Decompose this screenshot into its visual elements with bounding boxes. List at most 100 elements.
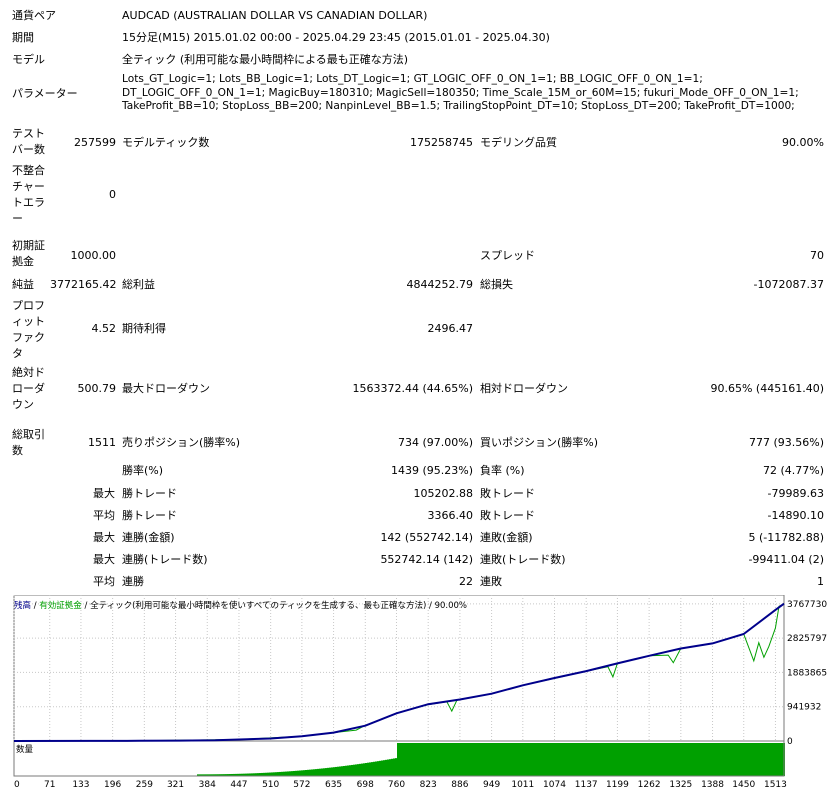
volume-bar [751,743,753,776]
x-tick-label: 1011 [511,780,534,790]
volume-bar [517,743,519,776]
volume-bar [635,743,637,776]
volume-bar [689,743,691,776]
volume-bar [317,768,319,776]
volume-label: 数量 [16,744,34,755]
volume-bar [355,764,357,776]
y-tick-label: 941932 [787,703,821,713]
volume-bar [765,743,767,776]
volume-bar [777,743,779,776]
legend-sep1: / [31,601,39,611]
x-tick-label: 133 [72,780,89,790]
volume-bar [465,743,467,776]
volume-bar [553,743,555,776]
volume-bar [473,743,475,776]
volume-bar [569,743,571,776]
deposit-label: 初期証拠金 [12,239,45,268]
volume-bar [731,743,733,776]
volume-bar [681,743,683,776]
volume-bar [707,743,709,776]
x-tick-label: 635 [325,780,342,790]
volume-bar [405,743,407,776]
volume-bar [497,743,499,776]
volume-bar [739,743,741,776]
volume-bar [709,743,711,776]
spread-value: 70 [810,249,824,262]
volume-bar [625,743,627,776]
volume-bar [773,743,775,776]
volume-bar [649,743,651,776]
volume-bar [487,743,489,776]
volume-bar [435,743,437,776]
loss-rate-value: 72 (4.77%) [762,464,824,477]
volume-bar [601,743,603,776]
volume-bar [349,765,351,776]
volume-bar [583,743,585,776]
volume-bar [289,771,291,776]
gross-profit-label: 総利益 [122,278,155,291]
avg-cons-win-label: 連勝 [122,575,144,588]
max-dd-label: 最大ドローダウン [122,382,210,395]
volume-bar [393,758,395,776]
legend-model: 全ティック(利用可能な最小時間枠を使いすべてのティックを生成する、最も正確な方法… [90,600,426,611]
volume-bar [729,743,731,776]
volume-bar [307,769,309,776]
volume-bar [779,743,781,776]
volume-bar [523,743,525,776]
volume-bar [717,743,719,776]
rel-dd-value: 90.65% (445161.40) [710,382,824,395]
volume-bar [537,743,539,776]
volume-bar [341,766,343,776]
volume-bar [727,743,729,776]
long-label: 買いポジション(勝率%) [480,436,599,449]
max-loss-label: 敗トレード [480,487,535,500]
volume-bar [713,743,715,776]
x-tick-label: 572 [293,780,310,790]
volume-bar [287,771,289,776]
volume-bar [319,768,321,776]
volume-bar [373,761,375,776]
volume-bar [323,768,325,776]
x-tick-label: 1262 [638,780,661,790]
volume-bar [381,760,383,776]
volume-bar [455,743,457,776]
max-consn-win-label: 連勝(トレード数) [122,553,208,566]
avg-win-label: 勝トレード [122,509,177,522]
volume-bar [535,743,537,776]
volume-bar [353,764,355,776]
volume-bar [371,762,373,776]
avg-cons-loss-label: 連敗 [480,575,502,588]
spread-label: スプレッド [480,249,535,262]
volume-bar [723,743,725,776]
volume-bar [603,743,605,776]
volume-bar [501,743,503,776]
volume-bar [445,743,447,776]
volume-bar [637,743,639,776]
max-consn-loss-label: 連敗(トレード数) [480,553,566,566]
x-tick-label: 447 [230,780,247,790]
volume-bar [507,743,509,776]
volume-bar [633,743,635,776]
volume-bar [379,760,381,776]
volume-bar [305,769,307,776]
volume-bar [699,743,701,776]
volume-bar [365,763,367,776]
volume-bar [451,743,453,776]
volume-bar [467,743,469,776]
volume-bar [579,743,581,776]
volume-bar [347,765,349,776]
volume-bar [757,743,759,776]
volume-bar [369,762,371,776]
volume-bar [407,743,409,776]
volume-bar [299,770,301,776]
volume-bar [531,743,533,776]
volume-bar [623,743,625,776]
volume-bar [311,769,313,776]
volume-bar [701,743,703,776]
balance-chart: 残高 / 有効証拠金 / 全ティック(利用可能な最小時間枠を使いすべてのティック… [10,594,830,792]
volume-bar [395,758,397,776]
volume-bar [519,743,521,776]
trades-label: 総取引数 [12,428,45,457]
volume-bar [775,743,777,776]
volume-bar [401,743,403,776]
